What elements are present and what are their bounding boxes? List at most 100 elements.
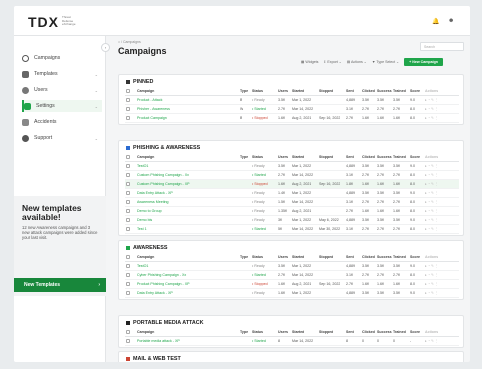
column-header[interactable]: Stopped [319, 330, 333, 334]
column-header[interactable]: Success [377, 255, 392, 259]
cell-name[interactable]: TestO1 [137, 264, 237, 268]
cell-name[interactable]: Awareness Meeting [137, 200, 237, 204]
new-campaign-button[interactable]: + New Campaign [404, 58, 443, 66]
column-header[interactable]: Stopped [319, 155, 333, 159]
column-header[interactable]: Users [278, 330, 288, 334]
cell-name[interactable]: Product - Attack [137, 98, 237, 102]
table-row[interactable]: Cyber Phishing Campaign - Xx • Started 2.7… [125, 271, 459, 280]
column-header[interactable]: Trained [393, 255, 406, 259]
column-header[interactable]: Score [410, 330, 420, 334]
row-actions-icon[interactable]: ▸ ◔ ✎ ⋮ [425, 116, 439, 120]
row-actions-icon[interactable]: ▸ ◔ ✎ ⋮ [425, 173, 439, 177]
table-row[interactable]: Data Entry Attack - XP • Ready 1.6K Mar 1, … [125, 289, 459, 298]
table-row[interactable]: Demo bis • Ready 3K Mar 1, 2022 May 6, 2022 4… [125, 216, 459, 225]
column-header[interactable]: Success [377, 330, 392, 334]
column-header[interactable]: Score [410, 89, 420, 93]
cell-name[interactable]: Demo to Group [137, 209, 237, 213]
table-row[interactable]: Demo to Group • Ready 1.35K Aug 2, 2021 2.7K… [125, 207, 459, 216]
row-checkbox[interactable] [126, 282, 130, 286]
column-header[interactable]: Status [252, 155, 274, 159]
row-actions-icon[interactable]: ▸ ◔ ✎ ⋮ [425, 98, 439, 102]
column-header[interactable]: Status [252, 255, 274, 259]
row-checkbox[interactable] [126, 264, 130, 268]
table-row[interactable]: Product Campaign B • Stopped 1.6K Aug 2, 202… [125, 114, 459, 123]
column-header[interactable]: Users [278, 89, 288, 93]
row-actions-icon[interactable]: ▸ ◔ ✎ ⋮ [425, 218, 439, 222]
export-button[interactable]: ↥ Export ⌄ [323, 60, 341, 64]
row-checkbox[interactable] [126, 116, 130, 120]
column-header[interactable]: Campaign [137, 255, 237, 259]
cell-name[interactable]: Test 1 [137, 227, 237, 231]
row-actions-icon[interactable]: ▸ ◔ ✎ ⋮ [425, 107, 439, 111]
column-header[interactable]: Campaign [137, 89, 237, 93]
column-header[interactable]: Actions [425, 255, 438, 259]
type-select-button[interactable]: ▼ Type Select ⌄ [372, 60, 399, 64]
column-header[interactable]: Success [377, 155, 392, 159]
column-header[interactable]: Trained [393, 155, 406, 159]
column-header[interactable]: Status [252, 330, 274, 334]
row-actions-icon[interactable]: ▸ ◔ ✎ ⋮ [425, 339, 439, 343]
table-row[interactable]: Product - Attack B • Ready 3.5K Mar 1, 2022 4… [125, 96, 459, 105]
column-header[interactable]: Started [292, 155, 304, 159]
table-row[interactable]: Portable media attack - XP • Started 8 Mar … [125, 337, 459, 346]
sidebar-item-campaigns[interactable]: Campaigns [22, 52, 102, 64]
column-header[interactable]: Type [240, 255, 248, 259]
table-row[interactable]: Phisher - Awareness W • Started 2.7K Mar 14,… [125, 105, 459, 114]
table-row[interactable]: TestO1 • Ready 3.5K Mar 1, 2022 4,889 3.5K 3.5… [125, 162, 459, 171]
cell-name[interactable]: Custom Phishing Campaign - Xx [137, 173, 237, 177]
breadcrumb[interactable]: ⌂ / Campaigns [118, 40, 141, 44]
sidebar-item-support[interactable]: Support ⌄ [22, 132, 102, 144]
table-row[interactable]: Data Entry Attack - XP • Ready 1.4K Mar 1, … [125, 189, 459, 198]
table-row[interactable]: Awareness Meeting • Ready 1.5K Mar 14, 2022… [125, 198, 459, 207]
actions-button[interactable]: ▤ Actions ⌄ [347, 60, 367, 64]
column-header[interactable]: Sent [346, 155, 354, 159]
row-checkbox[interactable] [126, 107, 130, 111]
cell-name[interactable]: Demo bis [137, 218, 237, 222]
column-header[interactable]: Status [252, 89, 274, 93]
column-header[interactable]: Score [410, 155, 420, 159]
cell-name[interactable]: Custom Phishing Campaign - XP [137, 182, 237, 186]
sidebar-item-accidents[interactable]: Accidents [22, 116, 102, 128]
column-header[interactable]: Actions [425, 330, 438, 334]
column-header[interactable]: Users [278, 155, 288, 159]
row-checkbox[interactable] [126, 182, 130, 186]
select-all-checkbox[interactable] [126, 89, 130, 93]
cell-name[interactable]: Data Entry Attack - XP [137, 291, 237, 295]
column-header[interactable]: Trained [393, 330, 406, 334]
column-header[interactable]: Clicked [362, 255, 375, 259]
sidebar-item-users[interactable]: Users ⌄ [22, 84, 102, 96]
row-checkbox[interactable] [126, 273, 130, 277]
row-actions-icon[interactable]: ▸ ◔ ✎ ⋮ [425, 191, 439, 195]
column-header[interactable]: Clicked [362, 330, 375, 334]
table-row[interactable]: Custom Phishing Campaign - XP • Stopped 1.… [125, 180, 459, 189]
column-header[interactable]: Clicked [362, 89, 375, 93]
sidebar-item-settings[interactable]: Settings ⌄ [22, 100, 102, 112]
column-header[interactable]: Sent [346, 255, 354, 259]
row-actions-icon[interactable]: ▸ ◔ ✎ ⋮ [425, 264, 439, 268]
column-header[interactable]: Score [410, 255, 420, 259]
row-actions-icon[interactable]: ▸ ◔ ✎ ⋮ [425, 200, 439, 204]
row-checkbox[interactable] [126, 173, 130, 177]
row-checkbox[interactable] [126, 98, 130, 102]
row-checkbox[interactable] [126, 209, 130, 213]
bell-icon[interactable]: 🔔 [432, 18, 439, 25]
column-header[interactable]: Stopped [319, 255, 333, 259]
table-row[interactable]: TestO1 • Ready 3.5K Mar 1, 2022 4,889 3.5K 3.5… [125, 262, 459, 271]
column-header[interactable]: Campaign [137, 155, 237, 159]
row-checkbox[interactable] [126, 191, 130, 195]
column-header[interactable]: Stopped [319, 89, 333, 93]
row-actions-icon[interactable]: ▸ ◔ ✎ ⋮ [425, 227, 439, 231]
row-actions-icon[interactable]: ▸ ◔ ✎ ⋮ [425, 291, 439, 295]
logo[interactable]: TDX [28, 14, 59, 30]
cell-name[interactable]: Phisher - Awareness [137, 107, 237, 111]
table-row[interactable]: Custom Phishing Campaign - Xx • Started 2.… [125, 171, 459, 180]
cell-name[interactable]: Data Entry Attack - XP [137, 191, 237, 195]
column-header[interactable]: Trained [393, 89, 406, 93]
column-header[interactable]: Clicked [362, 155, 375, 159]
cell-name[interactable]: Cyber Phishing Campaign - Xx [137, 273, 237, 277]
cell-name[interactable]: TestO1 [137, 164, 237, 168]
row-checkbox[interactable] [126, 218, 130, 222]
column-header[interactable]: Success [377, 89, 392, 93]
row-actions-icon[interactable]: ▸ ◔ ✎ ⋮ [425, 182, 439, 186]
row-actions-icon[interactable]: ▸ ◔ ✎ ⋮ [425, 282, 439, 286]
